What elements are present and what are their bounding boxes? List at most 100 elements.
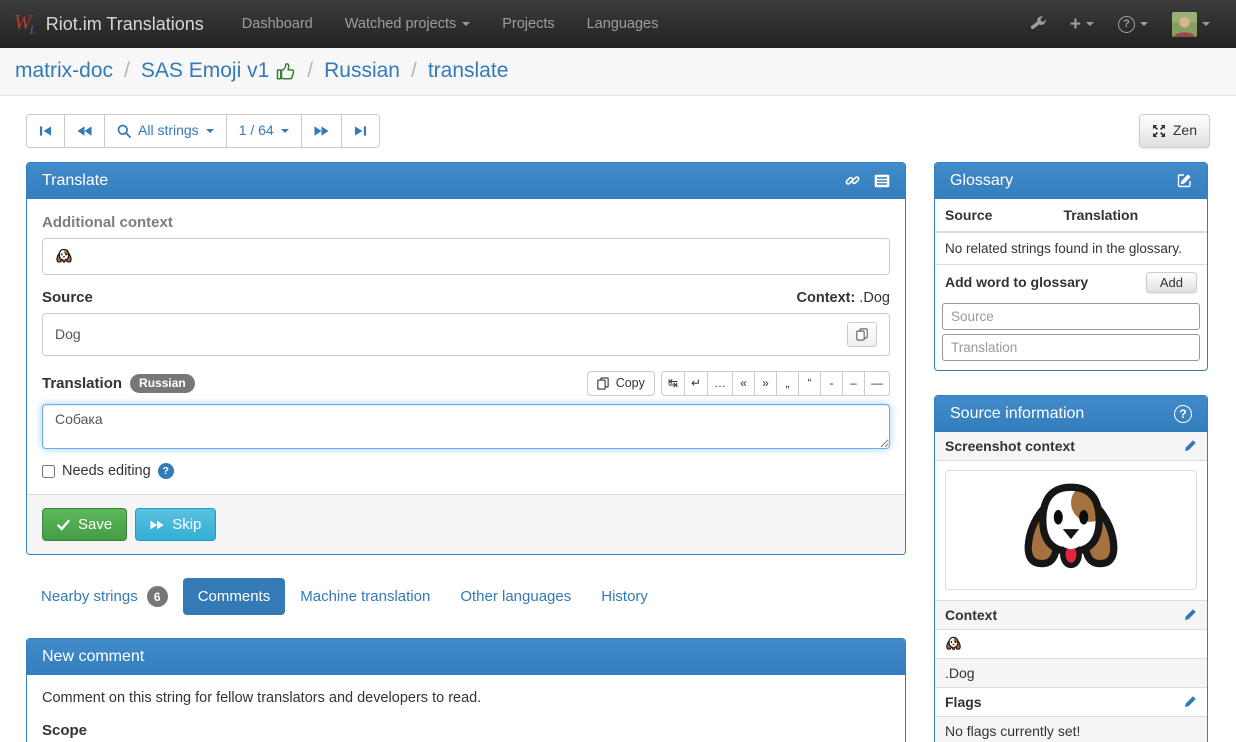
tab-label: Comments <box>198 588 271 605</box>
wrench-icon <box>1030 16 1046 32</box>
comment-description: Comment on this string for fellow transl… <box>42 690 890 706</box>
add-menu-button[interactable]: + <box>1058 7 1106 42</box>
insert-left-guillemet-button[interactable]: « <box>732 371 755 397</box>
nearby-count-badge: 6 <box>147 586 168 607</box>
context-label: Context: <box>797 290 856 306</box>
scope-label: Scope <box>42 722 890 739</box>
insert-endash-button[interactable]: – <box>842 371 865 397</box>
nav-item-dashboard[interactable]: Dashboard <box>226 0 329 48</box>
previous-string-button[interactable] <box>64 114 105 148</box>
copy-translation-button[interactable]: Copy <box>587 371 655 397</box>
insert-newline-button[interactable]: ↵ <box>684 371 708 397</box>
navbar-right: + ? <box>1018 4 1222 45</box>
glossary-translation-input[interactable] <box>942 334 1200 361</box>
skip-label: Skip <box>172 516 201 533</box>
brand-link[interactable]: WL Riot.im Translations <box>14 12 204 36</box>
context-emoji-row <box>935 629 1207 658</box>
dog-emoji-icon <box>55 248 73 265</box>
save-label: Save <box>78 516 112 533</box>
needs-editing-help-icon[interactable]: ? <box>158 463 174 479</box>
source-info-help-icon[interactable]: ? <box>1174 405 1192 423</box>
screenshot-context-image[interactable] <box>945 470 1197 590</box>
user-menu-button[interactable] <box>1160 4 1222 45</box>
breadcrumb-project[interactable]: matrix-doc <box>15 59 113 83</box>
insert-hyphen-button[interactable]: - <box>820 371 843 397</box>
string-list-icon[interactable] <box>874 174 890 188</box>
breadcrumb-separator: / <box>307 59 313 83</box>
glossary-body: Source Translation No related strings fo… <box>935 199 1207 370</box>
context-section-label: Context <box>945 607 997 623</box>
insert-high-quote-button[interactable]: “ <box>798 371 821 397</box>
edit-context-icon[interactable] <box>1184 608 1197 621</box>
chevron-down-icon <box>1202 22 1210 26</box>
translate-panel-heading: Translate <box>27 163 905 199</box>
insert-tab-button[interactable]: ↹ <box>661 371 685 397</box>
source-string-text: Dog <box>55 326 81 342</box>
additional-context-box <box>42 238 890 275</box>
context-row: Context <box>935 600 1207 629</box>
string-navigation-toolbar: All strings 1 / 64 Zen <box>26 114 1210 148</box>
source-info-body: Screenshot context Context <box>935 432 1207 742</box>
copy-icon <box>856 328 868 341</box>
context-value-row: .Dog <box>935 658 1207 687</box>
copy-icon <box>597 377 609 390</box>
tab-other-languages[interactable]: Other languages <box>445 578 586 615</box>
needs-editing-checkbox[interactable] <box>42 465 55 478</box>
position-counter: 1 / 64 <box>239 121 274 141</box>
translate-panel-footer: Save Skip <box>27 494 905 554</box>
zen-mode-button[interactable]: Zen <box>1139 114 1210 148</box>
flags-row: Flags <box>935 687 1207 716</box>
insert-right-guillemet-button[interactable]: » <box>754 371 777 397</box>
save-button[interactable]: Save <box>42 508 127 541</box>
brand-title: Riot.im Translations <box>46 14 204 35</box>
next-string-button[interactable] <box>301 114 342 148</box>
glossary-col-source: Source <box>945 207 1063 223</box>
tab-label: Machine translation <box>300 588 430 605</box>
skip-button[interactable]: Skip <box>135 508 216 541</box>
screenshot-context-label: Screenshot context <box>945 438 1075 454</box>
edit-glossary-icon[interactable] <box>1177 173 1192 188</box>
glossary-source-input[interactable] <box>942 303 1200 330</box>
check-icon <box>57 519 70 531</box>
admin-wrench-button[interactable] <box>1018 8 1058 40</box>
permalink-icon[interactable] <box>845 173 860 188</box>
filter-strings-button[interactable]: All strings <box>104 114 227 148</box>
new-comment-heading: New comment <box>27 639 905 675</box>
last-string-button[interactable] <box>341 114 380 148</box>
breadcrumb-page[interactable]: translate <box>428 59 509 83</box>
new-comment-panel: New comment Comment on this string for f… <box>26 638 906 742</box>
breadcrumb-component[interactable]: SAS Emoji v1 <box>141 59 269 83</box>
tab-comments[interactable]: Comments <box>183 578 286 615</box>
glossary-panel: Glossary Source Translation No related s… <box>934 162 1208 371</box>
tab-machine-translation[interactable]: Machine translation <box>285 578 445 615</box>
copy-source-button[interactable] <box>847 322 877 347</box>
edit-screenshot-icon[interactable] <box>1184 439 1197 452</box>
tab-nearby-strings[interactable]: Nearby strings 6 <box>26 576 183 617</box>
glossary-add-button[interactable]: Add <box>1146 272 1197 293</box>
chevron-down-icon <box>281 129 289 133</box>
weblate-logo-icon: WL <box>14 12 37 36</box>
flags-value: No flags currently set! <box>945 723 1080 739</box>
context-value: .Dog <box>859 290 890 306</box>
insert-low-quote-button[interactable]: „ <box>776 371 799 397</box>
insert-ellipsis-button[interactable]: … <box>707 371 733 397</box>
flags-label: Flags <box>945 694 982 710</box>
glossary-table-header: Source Translation <box>935 199 1207 233</box>
translate-panel-body: Additional context Source Context: .Dog … <box>27 199 905 495</box>
edit-flags-icon[interactable] <box>1184 695 1197 708</box>
dog-emoji-icon <box>945 636 962 652</box>
nav-item-watched-projects[interactable]: Watched projects <box>329 0 486 48</box>
position-dropdown-button[interactable]: 1 / 64 <box>226 114 302 148</box>
help-menu-button[interactable]: ? <box>1106 8 1160 41</box>
breadcrumb-language[interactable]: Russian <box>324 59 400 83</box>
new-comment-body: Comment on this string for fellow transl… <box>27 675 905 742</box>
first-string-button[interactable] <box>26 114 65 148</box>
new-comment-title: New comment <box>42 648 144 666</box>
translation-textarea[interactable]: Собака <box>42 404 890 449</box>
nav-item-projects[interactable]: Projects <box>486 0 570 48</box>
nav-item-languages[interactable]: Languages <box>571 0 675 48</box>
chevron-down-icon <box>206 129 214 133</box>
insert-emdash-button[interactable]: — <box>864 371 890 397</box>
top-navbar: WL Riot.im Translations Dashboard Watche… <box>0 0 1236 48</box>
tab-history[interactable]: History <box>586 578 663 615</box>
